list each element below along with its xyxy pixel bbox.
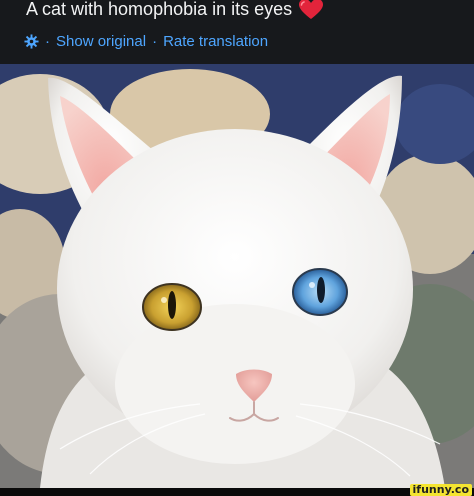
rate-translation-link[interactable]: Rate translation <box>163 33 268 50</box>
post-title-row: A cat with homophobia in its eyes <box>26 0 324 22</box>
ifunny-watermark: ifunny.co <box>409 484 472 496</box>
post-title: A cat with homophobia in its eyes <box>26 0 293 19</box>
post-header: A cat with homophobia in its eyes · Show… <box>0 0 474 64</box>
translation-actions: · Show original · Rate translation <box>24 30 268 52</box>
gear-icon[interactable] <box>24 33 39 49</box>
red-heart-icon <box>298 0 324 20</box>
separator-dot: · <box>152 32 158 50</box>
separator-dot: · <box>45 32 50 50</box>
footer-bar <box>0 488 474 496</box>
show-original-link[interactable]: Show original <box>56 33 146 50</box>
post-image <box>0 64 474 488</box>
